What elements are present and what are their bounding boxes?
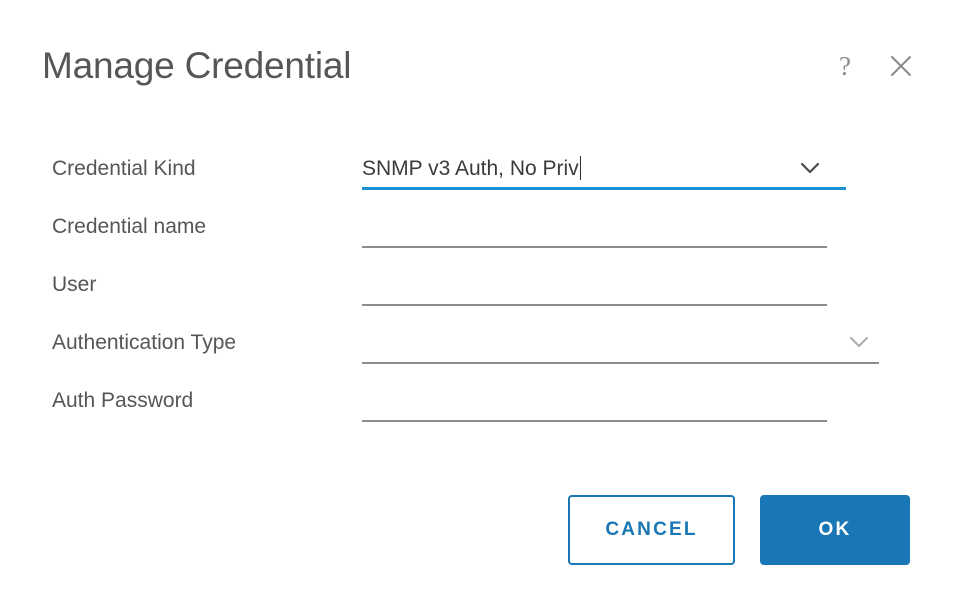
credential-form: Credential Kind SNMP v3 Auth, No Priv Cr… — [0, 140, 954, 430]
question-mark-icon: ? — [839, 50, 851, 81]
ok-button[interactable]: OK — [760, 495, 910, 565]
form-row-user: User — [0, 256, 954, 314]
select-authentication-type[interactable] — [362, 326, 879, 364]
page-title: Manage Credential — [42, 45, 352, 86]
input-auth-password-value — [362, 384, 366, 418]
select-credential-kind[interactable]: SNMP v3 Auth, No Priv — [362, 152, 846, 190]
form-row-credential-name: Credential name — [0, 198, 954, 256]
chevron-down-icon[interactable] — [798, 156, 822, 180]
dialog-header: Manage Credential ? — [0, 0, 954, 120]
form-row-auth-password: Auth Password — [0, 372, 954, 430]
label-authentication-type: Authentication Type — [52, 331, 237, 354]
field-underline — [362, 246, 827, 248]
input-credential-name[interactable] — [362, 210, 827, 248]
field-underline — [362, 304, 827, 306]
text-caret — [579, 156, 581, 180]
form-row-authentication-type: Authentication Type — [0, 314, 954, 372]
label-user: User — [52, 273, 97, 296]
close-button[interactable] — [886, 50, 916, 82]
help-button[interactable]: ? — [830, 50, 860, 82]
input-credential-name-value — [362, 210, 366, 244]
select-credential-kind-text: SNMP v3 Auth, No Priv — [362, 157, 579, 180]
label-credential-name: Credential name — [52, 215, 207, 238]
field-underline — [362, 362, 879, 364]
form-row-credential-kind: Credential Kind SNMP v3 Auth, No Priv — [0, 140, 954, 198]
input-user-value — [362, 268, 366, 302]
header-actions: ? — [830, 50, 916, 82]
label-auth-password: Auth Password — [52, 389, 194, 412]
input-auth-password[interactable] — [362, 384, 827, 422]
manage-credential-dialog: Manage Credential ? Credential Kind SNMP… — [0, 0, 954, 612]
label-credential-kind: Credential Kind — [52, 157, 196, 180]
dialog-footer: CANCEL OK — [0, 495, 954, 565]
field-underline — [362, 420, 827, 422]
chevron-down-icon[interactable] — [847, 330, 871, 354]
field-underline-focused — [362, 187, 846, 190]
select-credential-kind-value: SNMP v3 Auth, No Priv — [362, 152, 585, 186]
close-icon — [890, 55, 912, 77]
select-authentication-type-value — [362, 326, 366, 360]
cancel-button[interactable]: CANCEL — [568, 495, 735, 565]
input-user[interactable] — [362, 268, 827, 306]
